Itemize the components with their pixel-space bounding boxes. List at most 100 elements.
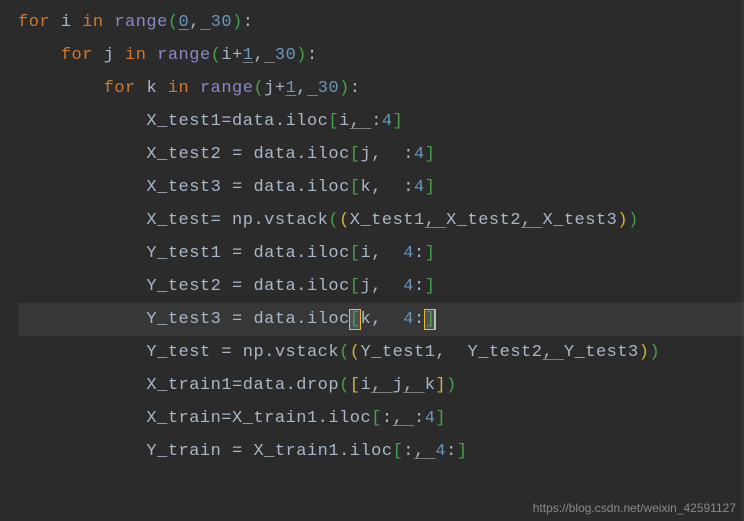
op-eq: = (221, 343, 232, 362)
dot: . (296, 145, 307, 164)
num-4: 4 (403, 244, 414, 263)
code-line[interactable]: for j in range(i+1, 30): (18, 39, 744, 72)
code-line[interactable]: X_test1=data.iloc[i, :4] (18, 105, 744, 138)
bracket-close: ] (425, 145, 436, 164)
space (382, 376, 393, 395)
code-line[interactable]: Y_test1 = data.iloc[i, 4:] (18, 237, 744, 270)
dot: . (296, 244, 307, 263)
keyword-in: in (125, 46, 146, 65)
arg: Y_test2 (468, 343, 543, 362)
num-30: 30 (318, 79, 339, 98)
op-eq: = (221, 112, 232, 131)
var-data: data (253, 145, 296, 164)
code-editor[interactable]: for i in range(0, 30): for j in range(i+… (0, 0, 744, 468)
paren-close: ) (339, 79, 350, 98)
var-ytest2: Y_test2 (146, 277, 221, 296)
mod-np: np (243, 343, 264, 362)
watermark-text: https://blog.csdn.net/weixin_42591127 (533, 501, 736, 515)
num-4: 4 (382, 112, 393, 131)
paren-open: ( (339, 343, 350, 362)
bracket-open: [ (350, 244, 361, 263)
paren-open: ( (339, 376, 350, 395)
var-data: data (253, 277, 296, 296)
code-line[interactable]: for k in range(j+1, 30): (18, 72, 744, 105)
var-ytest: Y_test (146, 343, 210, 362)
num-1: 1 (286, 79, 297, 98)
var-j: j (360, 145, 371, 164)
colon: : (350, 79, 361, 98)
keyword-in: in (82, 13, 103, 32)
code-line[interactable]: X_test= np.vstack((X_test1, X_test2, X_t… (18, 204, 744, 237)
dot: . (296, 310, 307, 329)
bracket-close: ] (435, 376, 446, 395)
var-i: i (360, 244, 371, 263)
code-line[interactable]: X_test3 = data.iloc[k, :4] (18, 171, 744, 204)
colon: : (382, 409, 393, 428)
var-k: k (360, 310, 371, 329)
num-4: 4 (425, 409, 436, 428)
colon: : (403, 442, 414, 461)
var-j: j (360, 277, 371, 296)
num-1: 1 (243, 46, 254, 65)
comma: , (371, 277, 382, 296)
colon: : (414, 277, 425, 296)
attr-iloc: iloc (307, 178, 350, 197)
colon: : (307, 46, 318, 65)
colon: : (446, 442, 457, 461)
fn-drop: drop (296, 376, 339, 395)
code-line[interactable]: Y_test = np.vstack((Y_test1, Y_test2, Y_… (18, 336, 744, 369)
code-line[interactable]: Y_test2 = data.iloc[j, 4:] (18, 270, 744, 303)
var-k: k (425, 376, 436, 395)
var-xtrain1: X_train1 (146, 376, 232, 395)
space (414, 376, 425, 395)
arg: X_test1 (350, 211, 425, 230)
dot: . (264, 343, 275, 362)
op-plus: + (232, 46, 243, 65)
var-k: k (360, 178, 371, 197)
dot: . (296, 178, 307, 197)
code-line-active[interactable]: Y_test3 = data.iloc[k, 4:] (18, 303, 744, 336)
dot: . (296, 277, 307, 296)
num-4: 4 (403, 310, 414, 329)
num-4: 4 (403, 277, 414, 296)
paren-open: ( (168, 13, 179, 32)
num-0: 0 (179, 13, 190, 32)
space (553, 343, 564, 362)
space (360, 112, 371, 131)
comma: , (371, 244, 382, 263)
op-plus: + (275, 79, 286, 98)
var-i: i (360, 376, 371, 395)
bracket-open: [ (350, 145, 361, 164)
code-line[interactable]: X_train=X_train1.iloc[:, :4] (18, 402, 744, 435)
var-xtrain: X_train (146, 409, 221, 428)
code-line[interactable]: for i in range(0, 30): (18, 6, 744, 39)
attr-iloc: iloc (307, 145, 350, 164)
bracket-open: [ (371, 409, 382, 428)
op-eq: = (232, 178, 243, 197)
bracket-close: ] (425, 244, 436, 263)
code-line[interactable]: X_test2 = data.iloc[j, :4] (18, 138, 744, 171)
keyword-for: for (18, 13, 50, 32)
comma: , (253, 46, 264, 65)
var-xtest1: X_test1 (146, 112, 221, 131)
var-xtest2: X_test2 (146, 145, 221, 164)
fn-vstack: vstack (264, 211, 328, 230)
arg: X_test3 (542, 211, 617, 230)
op-eq: = (232, 277, 243, 296)
var-xtrain1: X_train1 (232, 409, 318, 428)
var-xtest: X_test (146, 211, 210, 230)
paren-close: ) (296, 46, 307, 65)
code-line[interactable]: X_train1=data.drop([i, j, k]) (18, 369, 744, 402)
comma: , (521, 211, 532, 230)
var-xtrain1: X_train1 (253, 442, 339, 461)
mod-np: np (232, 211, 253, 230)
paren-open: ( (211, 46, 222, 65)
code-line[interactable]: Y_train = X_train1.iloc[:, 4:] (18, 435, 744, 468)
bracket-open: [ (350, 178, 361, 197)
var-k: k (146, 79, 157, 98)
dot: . (339, 442, 350, 461)
paren-close: ) (446, 376, 457, 395)
attr-iloc: iloc (350, 442, 393, 461)
attr-iloc: iloc (307, 310, 350, 329)
dot: . (275, 112, 286, 131)
